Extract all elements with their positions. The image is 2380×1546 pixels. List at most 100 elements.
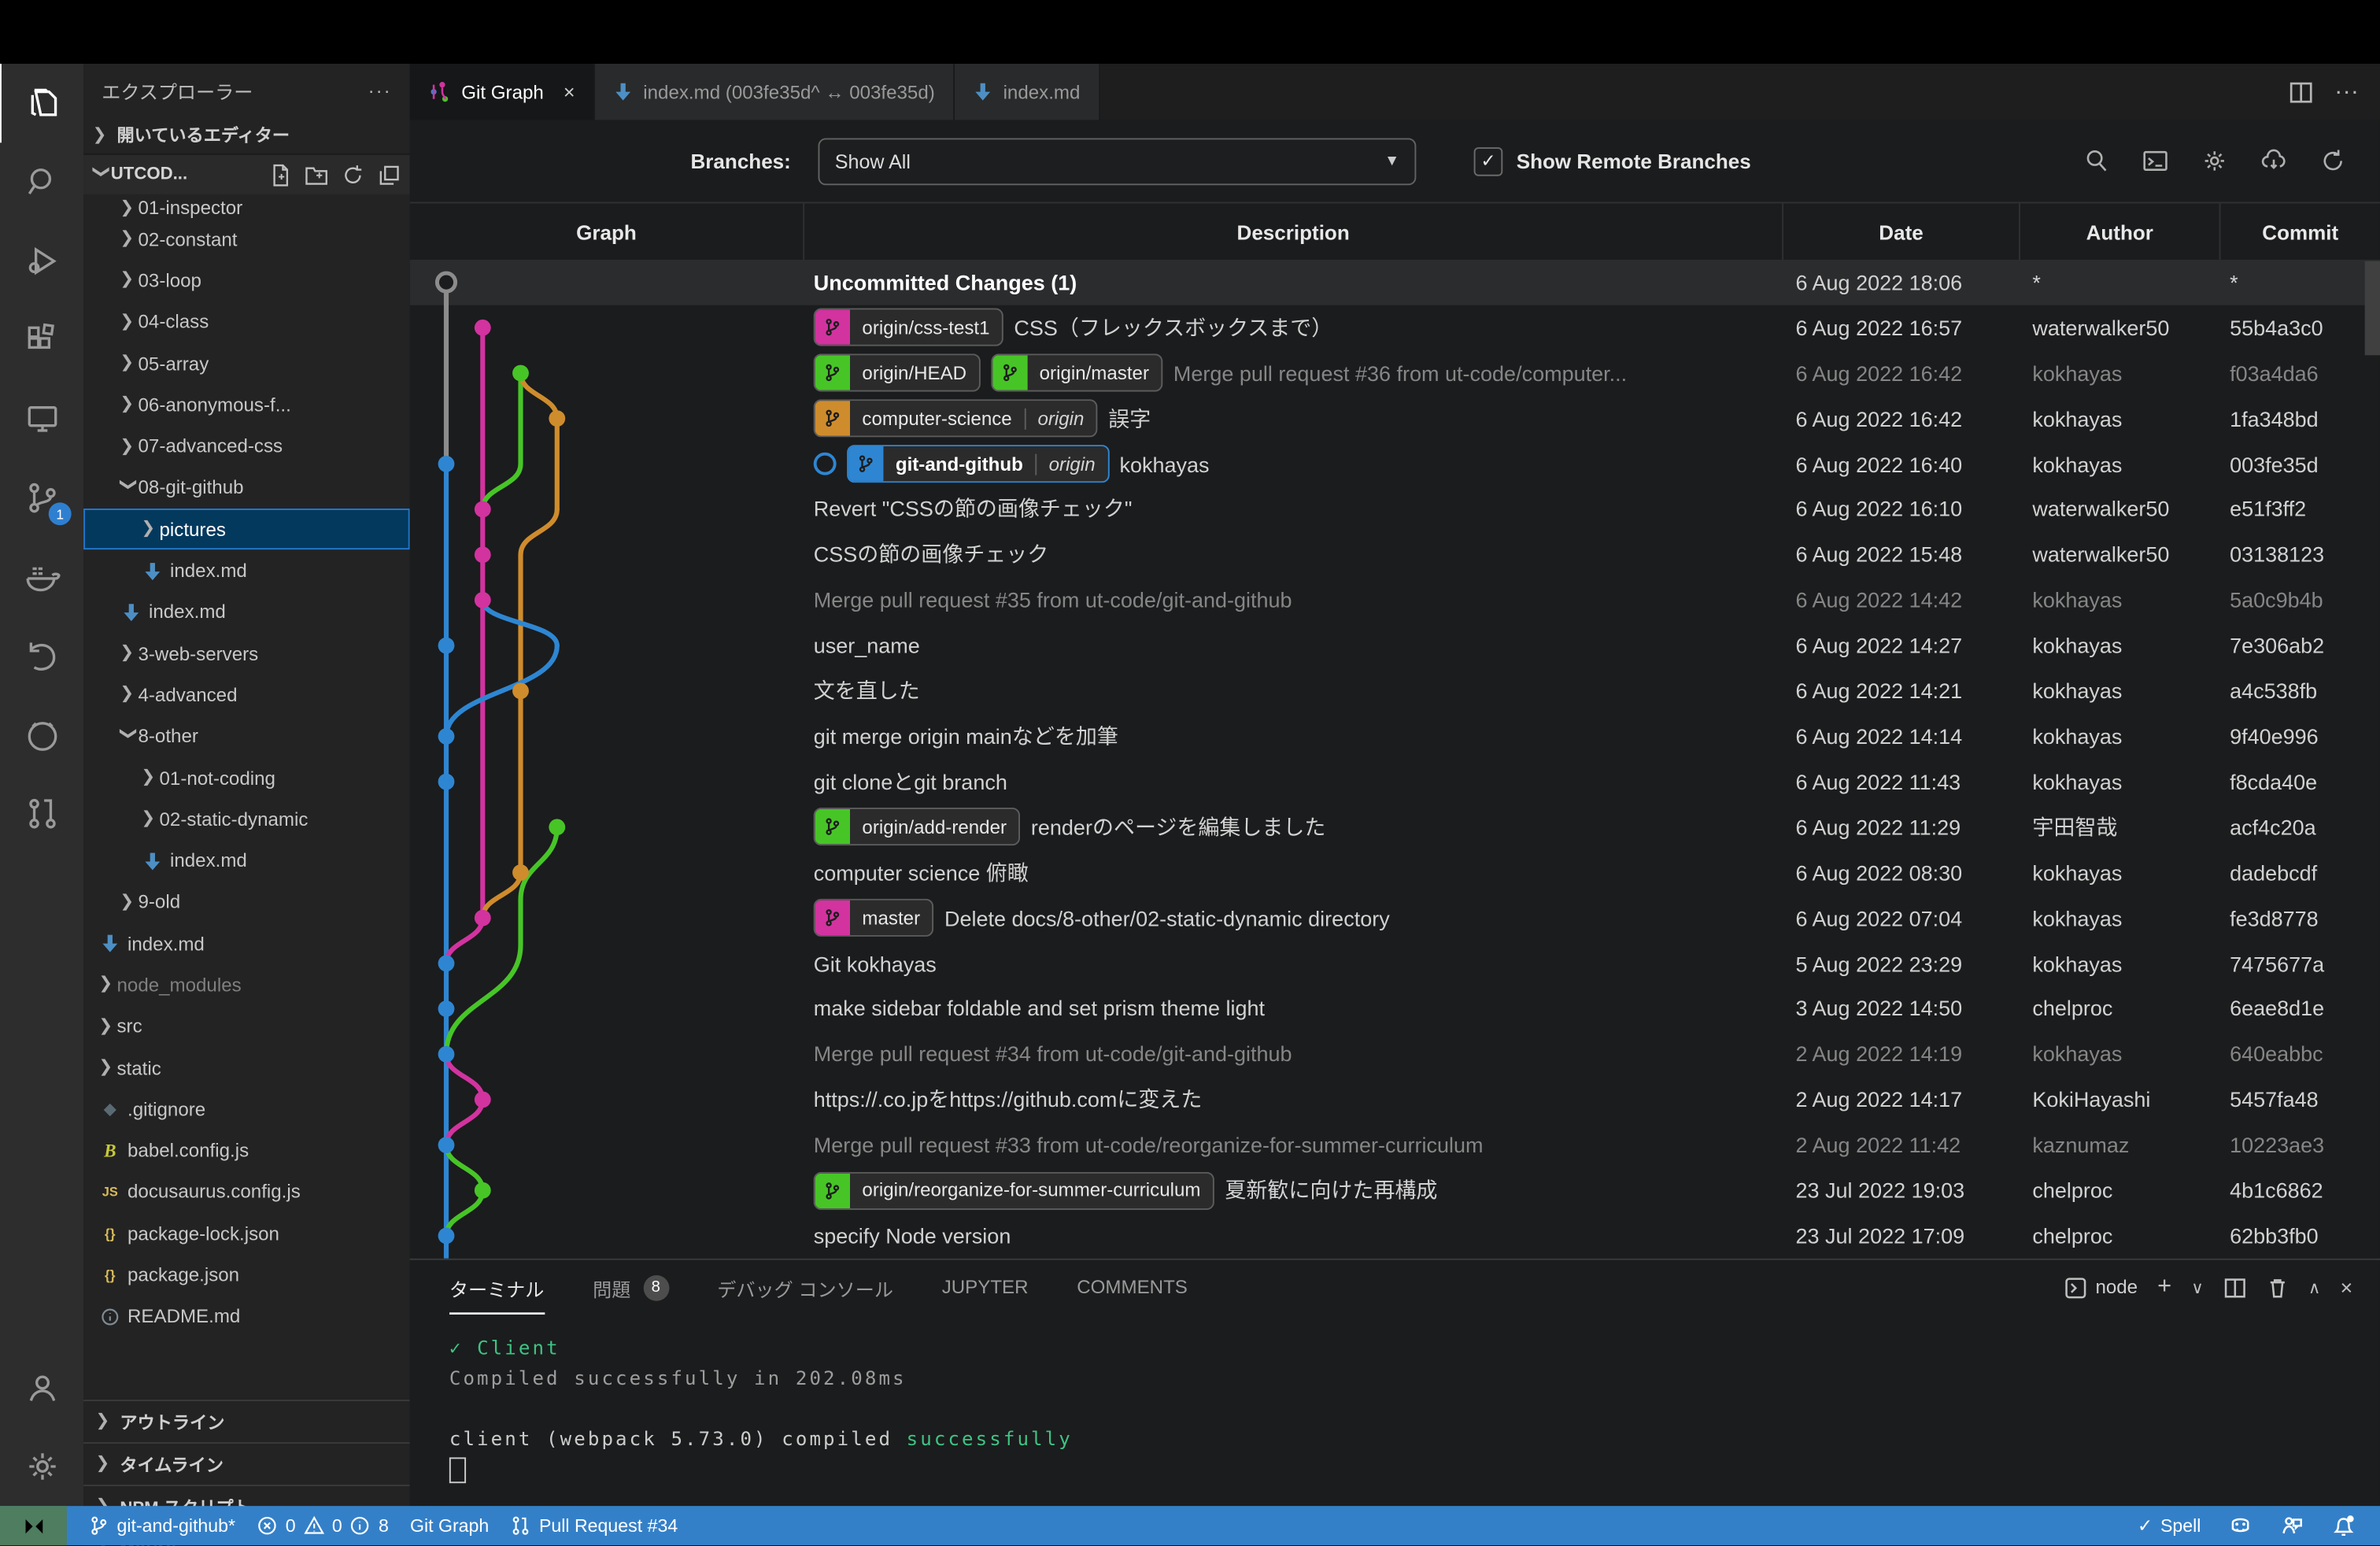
- cloud-download-icon[interactable]: [2260, 147, 2288, 175]
- tab-git-graph[interactable]: Git Graph ×: [410, 64, 595, 120]
- tree-file-index.md[interactable]: index.md: [83, 592, 410, 634]
- docker-icon[interactable]: [0, 538, 83, 616]
- refresh-icon[interactable]: [2319, 147, 2347, 175]
- tree-file-README.md[interactable]: README.md: [83, 1296, 410, 1337]
- commit-date: 6 Aug 2022 14:27: [1783, 634, 2020, 658]
- chevron-right-icon: ❯: [120, 684, 138, 704]
- tree-folder-04-class[interactable]: ❯04-class: [83, 301, 410, 343]
- panel-tab-デバッグ コンソール[interactable]: デバッグ コンソール: [717, 1260, 893, 1315]
- source-control-icon[interactable]: 1: [0, 458, 83, 537]
- tree-file-.gitignore[interactable]: ◆.gitignore: [83, 1089, 410, 1130]
- tree-folder-static[interactable]: ❯static: [83, 1048, 410, 1089]
- commit-hash: dadebcdf: [2220, 860, 2380, 885]
- tree-file-index.md[interactable]: index.md: [83, 840, 410, 882]
- close-panel-icon[interactable]: ×: [2340, 1275, 2352, 1300]
- undo-history-icon[interactable]: [0, 616, 83, 695]
- tree-folder-05-array[interactable]: ❯05-array: [83, 343, 410, 385]
- tree-folder-3-web-servers[interactable]: ❯3-web-servers: [83, 633, 410, 675]
- settings-gear-icon[interactable]: [2201, 147, 2228, 175]
- tree-file-index.md[interactable]: index.md: [83, 550, 410, 592]
- tree-item-label: 08-git-github: [138, 477, 243, 498]
- terminal-process[interactable]: node: [2064, 1276, 2138, 1299]
- accounts-icon[interactable]: [0, 1348, 83, 1427]
- explorer-more-icon[interactable]: ···: [368, 80, 392, 101]
- show-remote-checkbox[interactable]: ✓: [1474, 146, 1503, 176]
- status-branch[interactable]: git-and-github*: [88, 1515, 235, 1537]
- remote-explorer-icon[interactable]: [0, 379, 83, 458]
- run-debug-icon[interactable]: [0, 222, 83, 301]
- status-spell[interactable]: ✓Spell: [2138, 1515, 2201, 1537]
- commit-message: git merge origin mainなどを加筆: [814, 721, 1118, 752]
- notifications-bell-icon[interactable]: [2331, 1514, 2356, 1538]
- branch-badge[interactable]: computer-scienceorigin: [814, 400, 1098, 438]
- close-icon[interactable]: ×: [564, 80, 575, 103]
- copilot-icon[interactable]: [2228, 1514, 2252, 1538]
- branch-badge[interactable]: origin/add-render: [814, 808, 1021, 846]
- settings-gear-icon[interactable]: [0, 1427, 83, 1506]
- split-terminal-icon[interactable]: [2223, 1276, 2246, 1299]
- branch-badge[interactable]: origin/master: [991, 354, 1162, 392]
- tree-file-docusaurus.config.js[interactable]: JSdocusaurus.config.js: [83, 1172, 410, 1214]
- status-pull-request[interactable]: Pull Request #34: [510, 1515, 678, 1537]
- terminal-output[interactable]: ✓ Client Compiled successfully in 202.08…: [410, 1315, 2380, 1485]
- tree-file-babel.config.js[interactable]: Bbabel.config.js: [83, 1130, 410, 1172]
- panel-tab-問題[interactable]: 問題8: [593, 1260, 668, 1315]
- tree-folder-02-static-dynamic[interactable]: ❯02-static-dynamic: [83, 799, 410, 841]
- branch-badge[interactable]: origin/reorganize-for-summer-curriculum: [814, 1171, 1214, 1209]
- new-file-icon[interactable]: [268, 163, 291, 186]
- extensions-icon[interactable]: [0, 301, 83, 379]
- search-icon[interactable]: [2082, 147, 2110, 175]
- split-editor-icon[interactable]: [2289, 80, 2313, 104]
- status-problems[interactable]: 0 0 8: [257, 1515, 389, 1537]
- tree-item-label: index.md: [170, 560, 247, 582]
- timeline-section[interactable]: ❯タイムライン: [83, 1442, 410, 1485]
- tree-folder-08-git-github[interactable]: ❯08-git-github: [83, 468, 410, 509]
- branch-badge[interactable]: origin/css-test1: [814, 309, 1003, 346]
- search-icon[interactable]: [0, 142, 83, 221]
- terminal-dropdown-icon[interactable]: ∨: [2191, 1278, 2204, 1297]
- new-folder-icon[interactable]: [305, 163, 328, 186]
- tree-folder-01-inspector[interactable]: ❯01-inspector: [83, 194, 410, 219]
- tree-file-index.md[interactable]: index.md: [83, 923, 410, 965]
- tree-folder-node_modules[interactable]: ❯node_modules: [83, 964, 410, 1006]
- branch-badge[interactable]: git-and-githuborigin: [847, 445, 1109, 483]
- tree-folder-8-other[interactable]: ❯8-other: [83, 716, 410, 757]
- branch-badge[interactable]: origin/HEAD: [814, 354, 981, 392]
- status-git-graph[interactable]: Git Graph: [410, 1515, 489, 1537]
- maximize-panel-icon[interactable]: ∧: [2308, 1278, 2321, 1297]
- tree-folder-03-loop[interactable]: ❯03-loop: [83, 260, 410, 301]
- github-icon[interactable]: [0, 695, 83, 774]
- tree-folder-07-advanced-css[interactable]: ❯07-advanced-css: [83, 426, 410, 468]
- panel-tab-COMMENTS[interactable]: COMMENTS: [1077, 1260, 1188, 1315]
- feedback-icon[interactable]: [2280, 1514, 2304, 1538]
- new-terminal-icon[interactable]: +: [2157, 1274, 2171, 1301]
- branch-badge[interactable]: master: [814, 899, 934, 937]
- branches-dropdown[interactable]: Show All ▼: [819, 138, 1417, 185]
- terminal-icon[interactable]: [2142, 147, 2169, 175]
- refresh-icon[interactable]: [342, 163, 364, 186]
- workspace-section[interactable]: ❯ UTCOD...: [83, 153, 410, 194]
- tree-folder-4-advanced[interactable]: ❯4-advanced: [83, 675, 410, 716]
- tree-folder-pictures[interactable]: ❯pictures: [83, 509, 410, 550]
- collapse-all-icon[interactable]: [378, 163, 401, 186]
- panel-tab-ターミナル[interactable]: ターミナル: [449, 1260, 545, 1315]
- tree-file-package.json[interactable]: {}package.json: [83, 1255, 410, 1296]
- scrollbar-thumb[interactable]: [2365, 261, 2380, 356]
- commit-hash: 640eabbc: [2220, 1042, 2380, 1067]
- pull-request-icon[interactable]: [0, 775, 83, 853]
- tab-index-md-diff[interactable]: index.md (003fe35d^ ↔ 003fe35d): [595, 64, 955, 120]
- editor-more-icon[interactable]: ···: [2334, 78, 2359, 105]
- tree-folder-src[interactable]: ❯src: [83, 1006, 410, 1048]
- open-editors-section[interactable]: ❯ 開いているエディター: [83, 117, 410, 153]
- remote-indicator[interactable]: [0, 1506, 67, 1545]
- tab-index-md[interactable]: index.md: [955, 64, 1100, 120]
- tree-folder-01-not-coding[interactable]: ❯01-not-coding: [83, 757, 410, 799]
- outline-section[interactable]: ❯アウトライン: [83, 1400, 410, 1442]
- tree-folder-06-anonymous-f...[interactable]: ❯06-anonymous-f...: [83, 384, 410, 426]
- tree-file-package-lock.json[interactable]: {}package-lock.json: [83, 1213, 410, 1255]
- panel-tab-JUPYTER[interactable]: JUPYTER: [942, 1260, 1029, 1315]
- explorer-icon[interactable]: [0, 64, 85, 142]
- tree-folder-02-constant[interactable]: ❯02-constant: [83, 219, 410, 261]
- tree-folder-9-old[interactable]: ❯9-old: [83, 882, 410, 923]
- trash-icon[interactable]: [2266, 1276, 2289, 1299]
